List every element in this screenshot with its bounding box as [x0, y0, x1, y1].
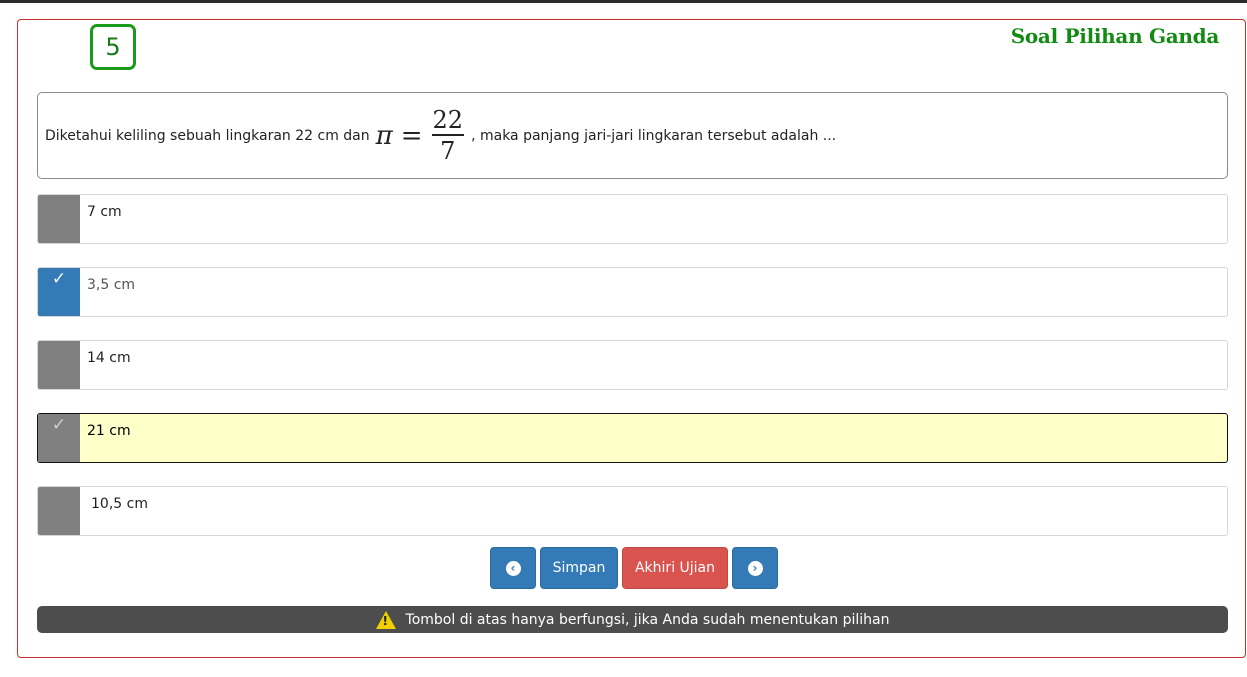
option-e[interactable]: 10,5 cm [37, 486, 1228, 536]
option-d[interactable]: ✓ 21 cm [37, 413, 1228, 463]
option-marker[interactable] [38, 487, 80, 535]
option-label: 14 cm [87, 350, 131, 366]
equals-sign: = [400, 120, 423, 151]
option-b[interactable]: ✓ 3,5 cm [37, 267, 1228, 317]
question-text-after: , maka panjang jari-jari lingkaran terse… [471, 127, 837, 144]
question-box: Diketahui keliling sebuah lingkaran 22 c… [37, 92, 1228, 179]
option-label: 10,5 cm [91, 496, 148, 512]
chevron-right-circle-icon: › [747, 560, 763, 576]
option-marker[interactable]: ✓ [38, 414, 80, 462]
option-a[interactable]: 7 cm [37, 194, 1228, 244]
fraction-numerator: 22 [432, 105, 464, 134]
check-icon: ✓ [51, 415, 67, 435]
option-c[interactable]: 14 cm [37, 340, 1228, 390]
fraction-denominator: 7 [440, 136, 456, 165]
option-marker[interactable] [38, 341, 80, 389]
page-title: Soal Pilihan Ganda [1010, 24, 1220, 48]
pi-symbol: π [375, 120, 393, 151]
option-label: 3,5 cm [87, 277, 136, 293]
notice-bar: ! Tombol di atas hanya berfungsi, jika A… [37, 606, 1228, 633]
question-text-before: Diketahui keliling sebuah lingkaran 22 c… [45, 127, 370, 144]
question-number-badge: 5 [90, 24, 136, 70]
option-marker-selected[interactable]: ✓ [38, 268, 80, 316]
top-bar [0, 0, 1247, 3]
previous-button[interactable]: ‹ [490, 547, 536, 589]
notice-text: Tombol di atas hanya berfungsi, jika And… [405, 611, 890, 628]
end-exam-button[interactable]: Akhiri Ujian [622, 547, 728, 589]
fraction: 22 7 [431, 106, 466, 166]
option-label: 7 cm [87, 204, 122, 220]
save-button[interactable]: Simpan [540, 547, 618, 589]
option-marker[interactable] [38, 195, 80, 243]
navigation-buttons: ‹ Simpan Akhiri Ujian › [490, 547, 782, 589]
next-button[interactable]: › [732, 547, 778, 589]
pi-formula: π = 22 7 [376, 106, 465, 166]
check-icon: ✓ [51, 269, 67, 289]
warning-icon: ! [375, 610, 396, 629]
question-card: 5 Soal Pilihan Ganda Diketahui keliling … [17, 19, 1246, 658]
chevron-left-circle-icon: ‹ [505, 560, 521, 576]
option-label: 21 cm [87, 423, 131, 439]
